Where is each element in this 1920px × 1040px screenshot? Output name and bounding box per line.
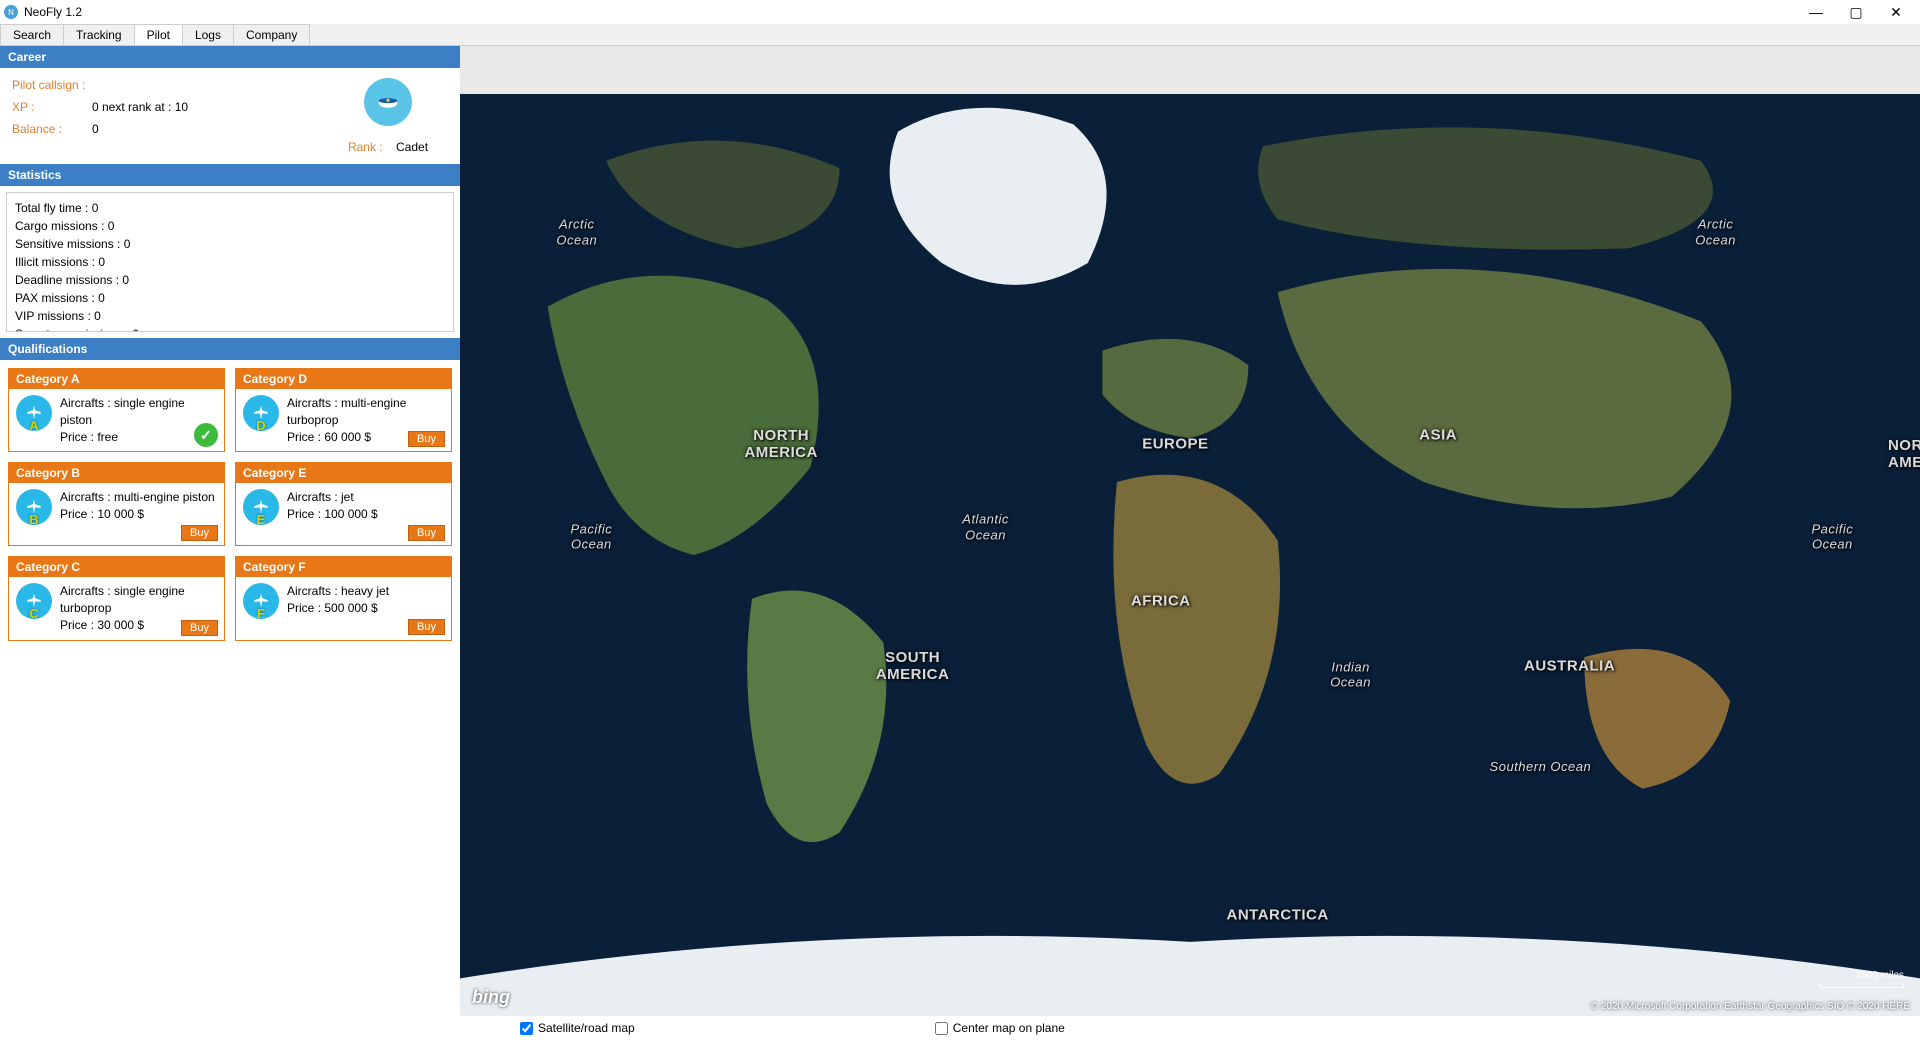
continent-label-antarctica: ANTARCTICA — [1226, 906, 1328, 923]
statistics-panel: Total fly time : 0 Cargo missions : 0 Se… — [6, 192, 454, 332]
continent-label-south-america: SOUTHAMERICA — [876, 649, 950, 683]
continent-label-asia: ASIA — [1419, 427, 1457, 444]
qualifications-panel: Category AAAircrafts : single engine pis… — [0, 360, 460, 649]
stat-row: PAX missions : 0 — [15, 289, 445, 307]
center-map-checkbox[interactable]: Center map on plane — [935, 1021, 1065, 1035]
qual-title: Category B — [9, 463, 224, 483]
xp-value: 0 next rank at : 10 — [92, 100, 188, 114]
continent-label-africa: AFRICA — [1131, 593, 1191, 610]
window-controls: — ▢ ✕ — [1796, 0, 1916, 24]
satellite-checkbox-input[interactable] — [520, 1022, 533, 1035]
pilot-badge-icon — [364, 78, 412, 126]
career-panel: Pilot callsign : XP : 0 next rank at : 1… — [0, 68, 460, 164]
plane-icon: D — [243, 395, 279, 431]
qual-title: Category F — [236, 557, 451, 577]
map-controls: Satellite/road map Center map on plane — [460, 1016, 1920, 1040]
stat-row: Cargo missions : 0 — [15, 217, 445, 235]
owned-check-icon: ✓ — [194, 423, 218, 447]
tab-bar: Search Tracking Pilot Logs Company — [0, 24, 1920, 46]
plane-icon: F — [243, 583, 279, 619]
qual-aircrafts: Aircrafts : jet — [287, 489, 444, 506]
ocean-label-pacific: PacificOcean — [1811, 521, 1853, 552]
left-panel: Career Pilot callsign : XP : 0 next rank… — [0, 46, 460, 1040]
satellite-checkbox[interactable]: Satellite/road map — [520, 1021, 635, 1035]
qualification-card-a: Category AAAircrafts : single engine pis… — [8, 368, 225, 452]
continent-label-europe: EUROPE — [1142, 436, 1208, 453]
center-map-checkbox-input[interactable] — [935, 1022, 948, 1035]
ocean-label-arctic: ArcticOcean — [1695, 217, 1736, 248]
qual-price: Price : 10 000 $ — [60, 506, 217, 523]
tab-logs[interactable]: Logs — [182, 24, 234, 45]
buy-button[interactable]: Buy — [181, 525, 218, 541]
world-map[interactable]: ArcticOcean ArcticOcean NORTHAMERICA EUR… — [460, 94, 1920, 1016]
buy-button[interactable]: Buy — [408, 431, 445, 447]
window-title: NeoFly 1.2 — [24, 5, 1796, 19]
ocean-label-indian: IndianOcean — [1330, 659, 1371, 690]
stat-row: Secret pax missions : 0 — [15, 325, 445, 332]
tab-company[interactable]: Company — [233, 24, 310, 45]
plane-icon: E — [243, 489, 279, 525]
rank-label: Rank : — [348, 140, 383, 154]
stat-row: Illicit missions : 0 — [15, 253, 445, 271]
stat-row: Deadline missions : 0 — [15, 271, 445, 289]
xp-label: XP : — [12, 100, 92, 114]
buy-button[interactable]: Buy — [408, 525, 445, 541]
continent-label-australia: AUSTRALIA — [1524, 657, 1615, 674]
ocean-label-atlantic: AtlanticOcean — [962, 512, 1009, 543]
qualification-card-f: Category F F Aircrafts : heavy jetPrice : … — [235, 556, 452, 640]
balance-value: 0 — [92, 122, 99, 136]
category-letter: B — [29, 512, 38, 527]
bing-logo: bing — [472, 987, 510, 1008]
tab-search[interactable]: Search — [0, 24, 64, 45]
qualification-card-b: Category B B Aircrafts : multi-engine pist… — [8, 462, 225, 546]
plane-icon: A — [16, 395, 52, 431]
stat-row: Sensitive missions : 0 — [15, 235, 445, 253]
category-letter: C — [29, 606, 38, 621]
career-header: Career — [0, 46, 460, 68]
qual-title: Category A — [9, 369, 224, 389]
ocean-label-arctic: ArcticOcean — [556, 217, 597, 248]
rank-value: Cadet — [396, 140, 428, 154]
plane-icon: B — [16, 489, 52, 525]
right-panel: ArcticOcean ArcticOcean NORTHAMERICA EUR… — [460, 46, 1920, 1040]
maximize-button[interactable]: ▢ — [1836, 0, 1876, 24]
app-icon: N — [4, 5, 18, 19]
category-letter: A — [29, 418, 38, 433]
qualification-card-d: Category D D Aircrafts : multi-engine turb… — [235, 368, 452, 452]
category-letter: D — [256, 418, 265, 433]
balance-label: Balance : — [12, 122, 92, 136]
minimize-button[interactable]: — — [1796, 0, 1836, 24]
qual-aircrafts: Aircrafts : multi-engine turboprop — [287, 395, 444, 429]
tab-pilot[interactable]: Pilot — [134, 24, 183, 45]
qual-price: Price : 100 000 $ — [287, 506, 444, 523]
qual-aircrafts: Aircrafts : heavy jet — [287, 583, 444, 600]
buy-button[interactable]: Buy — [181, 620, 218, 636]
map-attribution: © 2020 Microsoft Corporation Earthstar G… — [1591, 1001, 1910, 1012]
ocean-label-pacific: PacificOcean — [570, 521, 612, 552]
category-letter: F — [257, 606, 265, 621]
category-letter: E — [257, 512, 266, 527]
plane-icon: C — [16, 583, 52, 619]
stat-row: VIP missions : 0 — [15, 307, 445, 325]
buy-button[interactable]: Buy — [408, 619, 445, 635]
qual-title: Category C — [9, 557, 224, 577]
statistics-header: Statistics — [0, 164, 460, 186]
map-scale: 2500 miles — [1820, 970, 1904, 988]
qualification-card-e: Category E E Aircrafts : jetPrice : 100 00… — [235, 462, 452, 546]
qual-title: Category E — [236, 463, 451, 483]
continent-label-partial: NORAME — [1888, 437, 1920, 471]
qual-aircrafts: Aircrafts : single engine turboprop — [60, 583, 217, 617]
qual-title: Category D — [236, 369, 451, 389]
qual-price: Price : 500 000 $ — [287, 600, 444, 617]
qualification-card-c: Category C C Aircrafts : single engine tur… — [8, 556, 225, 640]
callsign-label: Pilot callsign : — [12, 78, 92, 92]
stat-row: Total fly time : 0 — [15, 199, 445, 217]
close-button[interactable]: ✕ — [1876, 0, 1916, 24]
qual-aircrafts: Aircrafts : multi-engine piston — [60, 489, 217, 506]
ocean-label-southern: Southern Ocean — [1490, 759, 1592, 775]
tab-tracking[interactable]: Tracking — [63, 24, 135, 45]
titlebar: N NeoFly 1.2 — ▢ ✕ — [0, 0, 1920, 24]
continent-label-north-america: NORTHAMERICA — [744, 427, 818, 461]
qualifications-header: Qualifications — [0, 338, 460, 360]
